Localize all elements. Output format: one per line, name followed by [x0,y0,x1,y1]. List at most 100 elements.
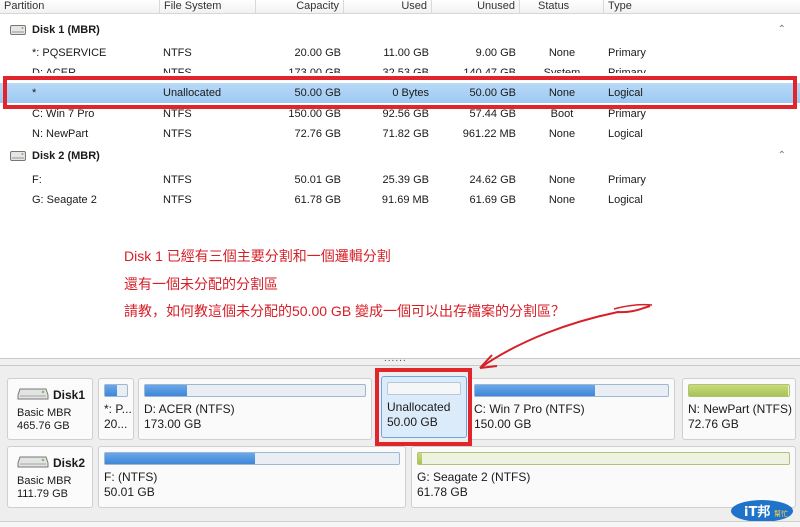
site-logo: iT邦 幫忙 [731,500,793,522]
cell-partition: D: ACER [32,67,77,73]
disk2-group-header[interactable]: Disk 2 (MBR) ⌃ [0,146,800,166]
cell-status: None [548,47,576,59]
usage-bar [417,452,790,465]
collapse-icon[interactable]: ⌃ [778,146,786,166]
partition-name: D: ACER (NTFS) [144,402,235,416]
table-row[interactable]: N: NewPart NTFS 72.76 GB 71.82 GB 961.22… [0,124,800,144]
cell-file-system: NTFS [163,194,192,206]
svg-text:iT邦: iT邦 [744,504,770,520]
cell-partition: N: NewPart [32,128,89,140]
highlight-box-block [375,368,472,446]
partition-size: 20... [104,417,128,431]
usage-bar [474,384,669,397]
cell-capacity: 20.00 GB [294,47,341,59]
annotation-line-1: Disk 1 已經有三個主要分割和一個邏輯分割 [124,248,391,264]
column-header: Partition File System Capacity Used Unus… [0,0,800,14]
partition-name: *: P... [104,402,132,416]
cell-unused: 61.69 GB [469,194,516,206]
cell-capacity: 72.76 GB [294,128,341,140]
collapse-icon[interactable]: ⌃ [778,20,786,40]
disk1-partition-block[interactable]: D: ACER (NTFS) 173.00 GB [138,378,372,440]
disk2-size: 111.79 GB [17,488,68,500]
usage-fill [105,385,118,396]
partition-name: G: Seagate 2 (NTFS) [417,470,531,484]
partition-size: 72.76 GB [688,417,739,431]
cell-unused: 24.62 GB [469,174,516,186]
cell-status: None [548,174,576,186]
cell-unused: 140.47 GB [463,67,516,73]
partition-size: 50.01 GB [104,485,155,499]
cell-capacity: 61.78 GB [294,194,341,206]
cell-file-system: NTFS [163,47,192,59]
col-type[interactable]: Type [604,0,800,14]
cell-partition: *: PQSERVICE [32,47,107,59]
cell-capacity: 173.00 GB [288,67,341,73]
partition-name: F: (NTFS) [104,470,158,484]
col-capacity[interactable]: Capacity [256,0,344,14]
cell-file-system: NTFS [163,128,192,140]
cell-status: None [548,128,576,140]
pane-splitter[interactable]: ...... [0,353,800,366]
col-partition[interactable]: Partition [0,0,160,14]
highlight-box-row [3,76,797,109]
annotation-line-3: 請教，如何教這個未分配的50.00 GB 變成一個可以出存檔案的分割區？ [124,303,566,319]
cell-file-system: NTFS [163,67,192,73]
disk1-name: Disk1 [53,388,86,402]
cell-used: 32.53 GB [382,67,429,73]
table-row[interactable]: F: NTFS 50.01 GB 25.39 GB 24.62 GB None … [0,170,800,190]
usage-bar [104,452,400,465]
table-row[interactable]: G: Seagate 2 NTFS 61.78 GB 91.69 MB 61.6… [0,190,800,210]
cell-unused: 9.00 GB [475,47,516,59]
hard-disk-icon [17,456,49,468]
cell-used: 71.82 GB [382,128,429,140]
usage-bar [688,384,790,397]
svg-text:幫忙: 幫忙 [774,509,788,518]
cell-type: Primary [608,174,646,186]
partition-name: C: Win 7 Pro (NTFS) [474,402,585,416]
usage-fill [475,385,595,396]
disk1-partition-block[interactable]: C: Win 7 Pro (NTFS) 150.00 GB [468,378,675,440]
disk2-name: Disk2 [53,456,86,470]
disk2-partition-block[interactable]: F: (NTFS) 50.01 GB [98,446,406,508]
hard-disk-icon [10,151,26,161]
cell-unused: 961.22 MB [462,128,516,140]
usage-bar [104,384,128,397]
usage-fill [418,453,422,464]
disk1-group-header[interactable]: Disk 1 (MBR) ⌃ [0,20,800,40]
partition-size: 150.00 GB [474,417,532,431]
usage-fill [145,385,187,396]
cell-used: 11.00 GB [383,47,429,59]
cell-type: Primary [608,67,646,73]
cell-used: 25.39 GB [382,174,429,186]
cell-type: Logical [608,128,643,140]
splitter-grip: ...... [384,353,407,364]
table-row[interactable]: *: PQSERVICE NTFS 20.00 GB 11.00 GB 9.00… [0,43,800,63]
status-strip [0,521,800,527]
disk2-group-label: Disk 2 (MBR) [32,150,100,162]
cell-partition: G: Seagate 2 [32,194,97,206]
col-status[interactable]: Status [520,0,604,14]
disk2-card[interactable]: Disk2 Basic MBR 111.79 GB [7,446,93,508]
col-file-system[interactable]: File System [160,0,256,14]
disk1-partition-block[interactable]: N: NewPart (NTFS) 72.76 GB [682,378,796,440]
usage-fill [689,385,788,396]
col-unused[interactable]: Unused [432,0,520,14]
partition-size: 61.78 GB [417,485,468,499]
cell-capacity: 50.01 GB [294,174,341,186]
disk1-size: 465.76 GB [17,420,70,432]
hard-disk-icon [17,388,49,400]
disk1-group-label: Disk 1 (MBR) [32,24,100,36]
table-row[interactable]: D: ACER NTFS 173.00 GB 32.53 GB 140.47 G… [0,63,800,73]
partition-name: N: NewPart (NTFS) [688,402,793,416]
disk1-type: Basic MBR [17,407,72,419]
cell-partition: F: [32,174,42,186]
col-used[interactable]: Used [344,0,432,14]
disk1-partition-block[interactable]: *: P... 20... [98,378,134,440]
cell-used: 91.69 MB [381,194,429,206]
cell-type: Logical [608,194,643,206]
annotation-line-2: 還有一個未分配的分割區 [124,276,278,292]
usage-bar [144,384,366,397]
cell-file-system: NTFS [163,174,192,186]
disk1-card[interactable]: Disk1 Basic MBR 465.76 GB [7,378,93,440]
disk2-type: Basic MBR [17,475,72,487]
